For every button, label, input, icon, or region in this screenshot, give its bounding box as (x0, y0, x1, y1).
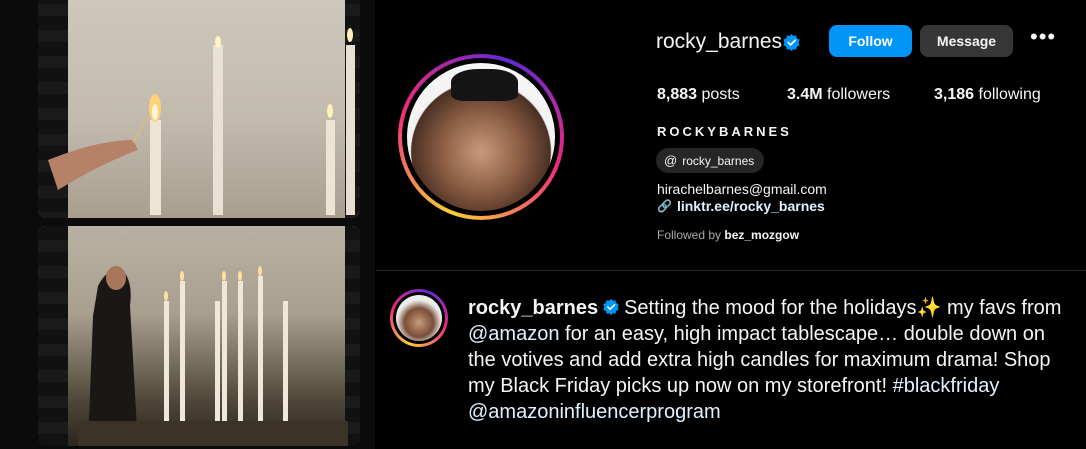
profile-username: rocky_barnes (656, 30, 783, 53)
section-divider (376, 270, 1086, 271)
avatar-image (407, 63, 555, 211)
posts-label: posts (701, 86, 740, 103)
mention-amazon[interactable]: @amazon (468, 323, 559, 345)
verified-badge-icon (783, 33, 800, 52)
caption-avatar-image (396, 295, 442, 341)
candles-illustration (48, 28, 355, 215)
posts-stat: 8,883 posts (657, 86, 740, 104)
followed-by-prefix: Followed by (657, 228, 722, 242)
caption-avatar[interactable] (390, 289, 448, 347)
table-scene-illustration (78, 266, 348, 446)
following-count: 3,186 (934, 86, 975, 103)
verified-badge-icon (603, 298, 619, 316)
bio-email: hirachelbarnes@gmail.com (657, 181, 827, 197)
threads-badge[interactable]: @ rocky_barnes (656, 148, 765, 173)
photo-frame-table-scene (38, 226, 360, 446)
bio-link[interactable]: 🔗 linktr.ee/rocky_barnes (657, 198, 825, 214)
follow-button[interactable]: Follow (829, 25, 912, 57)
following-label: following (978, 86, 1041, 103)
caption-username[interactable]: rocky_barnes (468, 297, 598, 319)
threads-handle: rocky_barnes (682, 153, 755, 168)
post-image[interactable] (0, 0, 375, 449)
bio-link-text: linktr.ee/rocky_barnes (676, 198, 825, 214)
following-stat[interactable]: 3,186 following (934, 86, 1041, 104)
profile-avatar[interactable] (398, 54, 564, 220)
profile-display-name: ROCKYBARNES (657, 124, 792, 139)
post-caption: rocky_barnes Setting the mood for the ho… (468, 295, 1068, 425)
photo-frame-candles-lighting (38, 0, 360, 218)
posts-count: 8,883 (657, 86, 698, 103)
followers-label: followers (827, 86, 891, 103)
message-button[interactable]: Message (920, 25, 1013, 57)
threads-icon: @ (664, 153, 678, 168)
followed-by-user: bez_mozgow (724, 228, 800, 242)
caption-text-1: Setting the mood for the holidays✨ my fa… (624, 297, 1062, 319)
followed-by[interactable]: Followed by bez_mozgow (657, 228, 799, 242)
followers-count: 3.4M (787, 86, 823, 103)
link-icon: 🔗 (657, 199, 672, 213)
hashtag-blackfriday[interactable]: #blackfriday (893, 375, 1000, 397)
mention-amazoninfluencerprogram[interactable]: @amazoninfluencerprogram (468, 401, 721, 423)
more-options-icon[interactable]: ••• (1030, 26, 1055, 50)
followers-stat[interactable]: 3.4M followers (787, 86, 890, 104)
